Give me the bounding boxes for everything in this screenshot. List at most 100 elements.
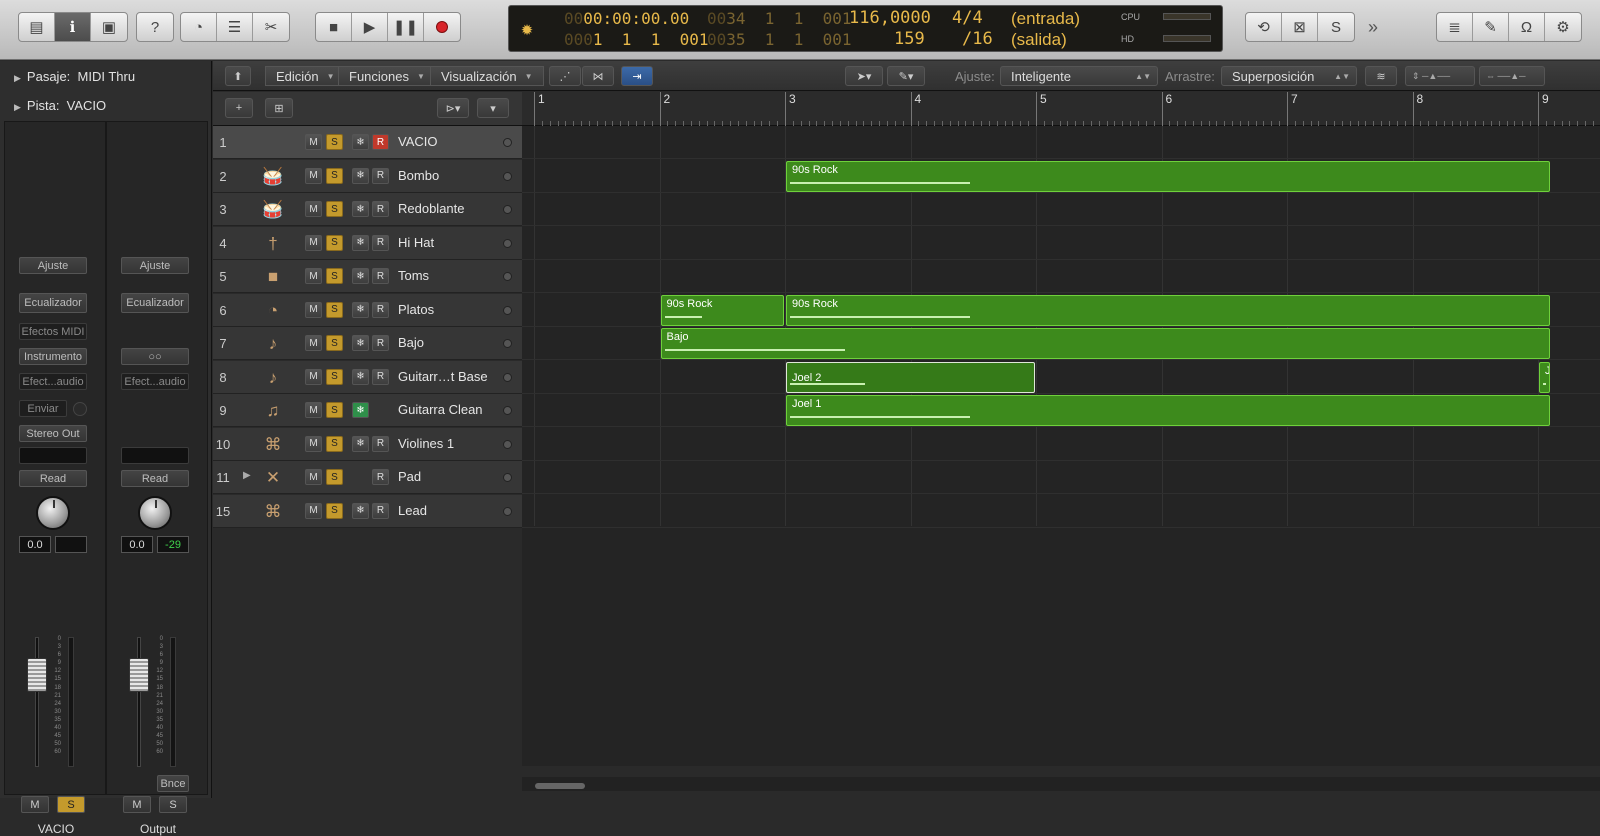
pan-knob[interactable] [36,496,70,530]
track-header[interactable]: 4 † M S ❄ R Hi Hat [213,226,522,260]
drag-select[interactable]: Superposición ▲▼ [1221,66,1357,86]
input-monitor-icon[interactable] [503,406,512,415]
freeze-icon[interactable]: ❄ [352,134,369,150]
automation-mode[interactable]: Read [19,470,87,487]
add-track-icon[interactable]: + [225,98,253,118]
track-name[interactable]: Violines 1 [398,436,454,451]
catch-playhead-icon[interactable]: ⇥ [621,66,653,86]
solo-button[interactable]: S [326,134,343,150]
solo-button[interactable]: S [326,502,343,519]
track-header[interactable]: 11 ✕ ▶ M S R Pad [213,461,522,494]
freeze-icon[interactable]: ❄ [352,335,369,351]
track-lane[interactable] [522,260,1600,293]
freeze-icon[interactable]: ❄ [352,167,369,184]
freeze-icon[interactable]: ❄ [352,402,369,418]
library-icon[interactable]: ▤ [19,13,55,41]
group-slot[interactable] [121,447,189,464]
track-name[interactable]: Toms [398,268,429,283]
output-slot[interactable]: Stereo Out [19,425,87,442]
solo-button[interactable]: S [57,796,85,813]
vertical-zoom-slider[interactable]: ⇕ ─▲── [1405,66,1475,86]
mute-button[interactable]: M [305,335,322,351]
record-enable-button[interactable]: R [372,502,389,519]
mute-button[interactable]: M [305,301,322,318]
folder-icon[interactable]: ⊞ [265,98,293,118]
editors-icon[interactable]: ✂ [253,13,289,41]
input-monitor-icon[interactable] [503,171,512,181]
mixer-icon[interactable]: ☰ [217,13,253,41]
track-lane[interactable] [522,126,1600,159]
browser-icon[interactable]: ⚙ [1545,13,1581,41]
instrument-slot[interactable]: Instrumento [19,348,87,365]
smart-controls-icon[interactable]: ◔ [181,13,217,41]
input-monitor-icon[interactable] [503,272,512,281]
toolbar-toggle-icon[interactable]: ▣ [91,13,127,41]
mute-button[interactable]: M [305,167,322,184]
list-editors-icon[interactable]: ≣ [1437,13,1473,41]
input-monitor-icon[interactable] [503,506,512,516]
track-header[interactable]: 9 ♫ M S ❄ Guitarra Clean [213,394,522,427]
midi-region[interactable]: 90s Rock [660,294,784,326]
help-icon[interactable]: ? [137,13,173,41]
flex-icon[interactable]: ⋈ [582,66,614,86]
gear-icon[interactable]: ✹ [521,16,533,40]
track-name[interactable]: Bajo [398,335,424,350]
dropdown-icon[interactable]: ▾ [477,98,509,118]
solo-button[interactable]: S [326,469,343,485]
freeze-icon[interactable]: ❄ [352,234,369,251]
solo-button[interactable]: S [326,234,343,251]
solo-button[interactable]: S [326,402,343,418]
track-lane[interactable] [522,227,1600,260]
midi-region[interactable]: Joel 1 [786,395,1550,426]
notepad-icon[interactable]: ✎ [1473,13,1509,41]
settings-button[interactable]: Ajuste [121,257,189,274]
play-icon[interactable]: ▶ [352,13,388,41]
mute-button[interactable]: M [305,234,322,251]
automation-mode[interactable]: Read [121,470,189,487]
freeze-icon[interactable]: ❄ [352,201,369,217]
region-inspector-header[interactable]: ▶ Pasaje: MIDI Thru [14,69,135,84]
track-name[interactable]: Hi Hat [398,235,434,250]
up-arrow-icon[interactable]: ⬆ [225,66,251,86]
input-monitor-icon[interactable] [503,305,512,315]
send-slot[interactable]: Enviar [19,400,67,417]
link-icon[interactable]: ○○ [121,348,189,365]
inspector-icon[interactable]: ℹ [55,13,91,41]
mute-button[interactable]: M [305,368,322,385]
volume-fader[interactable] [129,658,149,692]
mute-button[interactable]: M [123,796,151,813]
track-header[interactable]: 6 ◔ M S ❄ R Platos [213,293,522,327]
track-header[interactable]: 15 ⌘ M S ❄ R Lead [213,494,522,528]
track-lane[interactable] [522,193,1600,226]
input-monitor-icon[interactable] [503,238,512,248]
replace-icon[interactable]: ⊠ [1282,13,1318,41]
midi-region[interactable]: 90s Rock [786,160,1550,192]
tracks-area[interactable]: 90s Rock 90s Rock 90s Rock Bajo Joel 2 Jo Joel… [522,126,1600,766]
input-monitor-icon[interactable] [503,473,512,482]
track-lane[interactable] [522,461,1600,494]
lcd-display[interactable]: ✹ 0000:00:00.00 0001 1 1 001 0034 1 1 00… [508,5,1223,52]
record-enable-button[interactable]: R [372,368,389,385]
track-header[interactable]: 8 ♪ M S ❄ R Guitarr…t Base [213,360,522,394]
track-name[interactable]: Lead [398,503,427,518]
pencil-tool-icon[interactable]: ✎▾ [887,66,925,86]
settings-button[interactable]: Ajuste [19,257,87,274]
mute-button[interactable]: M [305,201,322,217]
functions-menu[interactable]: Funciones ▼ [338,66,436,86]
horizontal-scrollbar[interactable] [522,777,1600,791]
disclosure-icon[interactable]: ▶ [14,73,21,83]
mute-button[interactable]: M [21,796,49,813]
solo-button[interactable]: S [326,167,343,184]
record-enable-button[interactable]: R [372,301,389,318]
track-inspector-header[interactable]: ▶ Pista: VACIO [14,98,106,113]
input-monitor-icon[interactable] [503,339,512,348]
track-lane[interactable] [522,361,1600,394]
track-name[interactable]: Pad [398,469,421,484]
horizontal-zoom-slider[interactable]: ⇔ ──▲─ [1479,66,1545,86]
automation-icon[interactable]: ⋰ [549,66,581,86]
freeze-icon[interactable]: ❄ [352,435,369,452]
audio-fx-slot[interactable]: Efect...audio [19,373,87,390]
track-name[interactable]: Guitarra Clean [398,402,483,417]
audio-fx-slot[interactable]: Efect...audio [121,373,189,390]
waveform-zoom-icon[interactable]: ≋ [1365,66,1397,86]
